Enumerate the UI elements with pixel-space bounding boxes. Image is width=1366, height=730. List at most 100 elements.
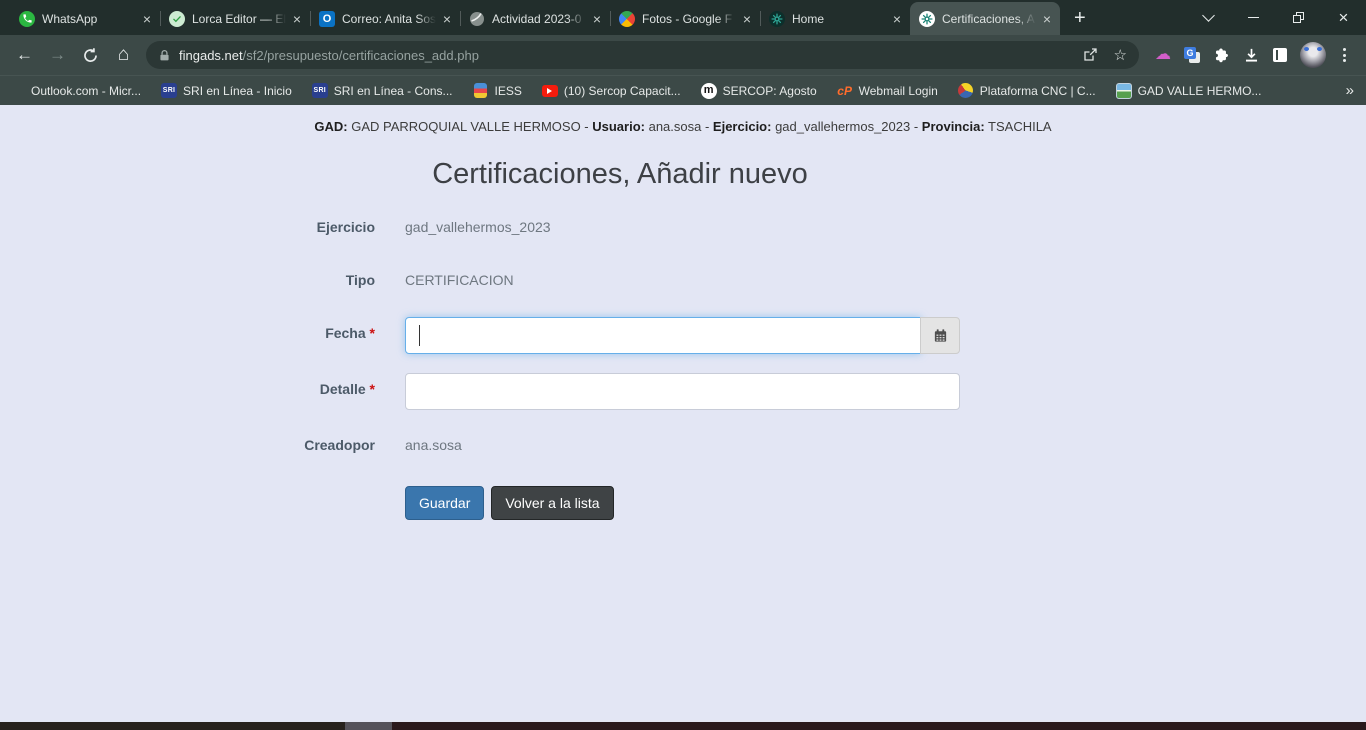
bookmark-label: GAD VALLE HERMO... bbox=[1138, 84, 1262, 98]
bookmark-outlook[interactable]: Outlook.com - Micr... bbox=[12, 84, 141, 98]
cloud-extension-icon[interactable]: ☁ bbox=[1155, 47, 1171, 63]
forward-button[interactable]: → bbox=[41, 39, 74, 71]
tab-title: Certificaciones, A bbox=[942, 12, 1036, 26]
tab-close-icon[interactable]: × bbox=[593, 12, 601, 26]
minimize-icon bbox=[1248, 17, 1259, 19]
google-photos-icon bbox=[619, 11, 635, 27]
reload-icon bbox=[82, 47, 99, 64]
session-info-header: GAD: GAD PARROQUIAL VALLE HERMOSO - Usua… bbox=[0, 105, 1366, 134]
bookmark-label: SRI en Línea - Cons... bbox=[334, 84, 453, 98]
tab-bar: WhatsApp × Lorca Editor — El × O Correo:… bbox=[0, 0, 1366, 35]
calendar-button[interactable] bbox=[920, 317, 960, 354]
guardar-button[interactable]: Guardar bbox=[405, 486, 484, 520]
url-domain: fingads.net bbox=[179, 48, 243, 63]
volver-button[interactable]: Volver a la lista bbox=[491, 486, 613, 520]
extensions-puzzle-icon[interactable] bbox=[1213, 47, 1230, 64]
form-buttons: Guardar Volver a la lista bbox=[405, 486, 960, 520]
fingads-gear-icon bbox=[769, 11, 785, 27]
address-bar[interactable]: fingads.net/sf2/presupuesto/certificacio… bbox=[146, 41, 1139, 69]
required-asterisk: * bbox=[370, 381, 375, 397]
globe-icon bbox=[469, 11, 485, 27]
profile-avatar[interactable] bbox=[1300, 42, 1326, 68]
tab-close-icon[interactable]: × bbox=[893, 12, 901, 26]
side-panel-icon[interactable] bbox=[1273, 48, 1287, 62]
tab-search-button[interactable] bbox=[1186, 0, 1231, 35]
tab-close-icon[interactable]: × bbox=[743, 12, 751, 26]
tab-fotos-google[interactable]: Fotos - Google F × bbox=[610, 2, 760, 35]
bookmark-sri-inicio[interactable]: SRI SRI en Línea - Inicio bbox=[161, 83, 292, 99]
fingads-gear-icon bbox=[919, 11, 935, 27]
tipo-label: Tipo bbox=[280, 264, 375, 298]
form-container: Certificaciones, Añadir nuevo Ejercicio … bbox=[280, 158, 960, 520]
text-caret bbox=[419, 325, 420, 346]
new-tab-button[interactable]: + bbox=[1074, 8, 1086, 28]
page-content: GAD: GAD PARROQUIAL VALLE HERMOSO - Usua… bbox=[0, 105, 1366, 722]
sri-icon: SRI bbox=[161, 83, 177, 98]
home-button[interactable]: ⌂ bbox=[107, 39, 140, 71]
detalle-input[interactable] bbox=[405, 373, 960, 410]
url-path: /sf2/presupuesto/certificaciones_add.php bbox=[243, 48, 479, 63]
form-row-ejercicio: Ejercicio gad_vallehermos_2023 bbox=[280, 211, 960, 245]
tipo-value: CERTIFICACION bbox=[405, 264, 960, 288]
youtube-icon bbox=[542, 85, 558, 97]
page-title: Certificaciones, Añadir nuevo bbox=[280, 158, 960, 191]
bookmarks-bar: Outlook.com - Micr... SRI SRI en Línea -… bbox=[0, 75, 1366, 105]
tab-correo-outlook[interactable]: O Correo: Anita Sos × bbox=[310, 2, 460, 35]
tab-title: Correo: Anita Sos bbox=[342, 12, 436, 26]
user-label: Usuario: bbox=[592, 119, 645, 134]
bookmark-sri-consultas[interactable]: SRI SRI en Línea - Cons... bbox=[312, 83, 453, 99]
close-window-button[interactable]: × bbox=[1321, 0, 1366, 35]
bookmark-iess[interactable]: IESS bbox=[473, 83, 522, 99]
bookmark-label: SERCOP: Agosto bbox=[723, 84, 817, 98]
minimize-button[interactable] bbox=[1231, 0, 1276, 35]
form-row-fecha: Fecha * bbox=[280, 317, 960, 354]
bookmarks-overflow-icon[interactable]: » bbox=[1346, 82, 1354, 99]
tab-close-icon[interactable]: × bbox=[443, 12, 451, 26]
iess-icon bbox=[474, 83, 487, 98]
browser-toolbar: ← → ⌂ fingads.net/sf2/presupuesto/certif… bbox=[0, 35, 1366, 75]
tab-close-icon[interactable]: × bbox=[293, 12, 301, 26]
reload-button[interactable] bbox=[74, 39, 107, 71]
tab-close-icon[interactable]: × bbox=[1043, 12, 1051, 26]
bookmark-sercop-agosto[interactable]: m SERCOP: Agosto bbox=[701, 83, 817, 99]
gad-landscape-icon bbox=[1116, 83, 1132, 99]
url-text: fingads.net/sf2/presupuesto/certificacio… bbox=[179, 48, 479, 63]
ejercicio-label: Ejercicio bbox=[280, 211, 375, 245]
tab-actividad[interactable]: Actividad 2023-0 × bbox=[460, 2, 610, 35]
lock-icon bbox=[158, 49, 171, 62]
bookmark-sercop-youtube[interactable]: (10) Sercop Capacit... bbox=[542, 83, 681, 99]
bookmark-plataforma-cnc[interactable]: Plataforma CNC | C... bbox=[958, 83, 1096, 99]
translate-extension-icon[interactable]: G bbox=[1184, 47, 1200, 63]
window-controls: × bbox=[1186, 0, 1366, 35]
back-button[interactable]: ← bbox=[8, 39, 41, 71]
tab-lorca-editor[interactable]: Lorca Editor — El × bbox=[160, 2, 310, 35]
form-row-creadopor: Creadopor ana.sosa bbox=[280, 429, 960, 463]
bookmark-gad-valle-hermoso[interactable]: GAD VALLE HERMO... bbox=[1116, 83, 1262, 99]
whatsapp-icon bbox=[19, 11, 35, 27]
tab-whatsapp[interactable]: WhatsApp × bbox=[10, 2, 160, 35]
cpanel-icon: cP bbox=[837, 84, 852, 98]
bookmark-label: IESS bbox=[495, 84, 522, 98]
required-asterisk: * bbox=[370, 325, 375, 341]
tab-title: Home bbox=[792, 12, 886, 26]
chevron-down-icon bbox=[1202, 9, 1215, 22]
user-value: ana.sosa bbox=[645, 119, 701, 134]
tab-certificaciones-active[interactable]: Certificaciones, A × bbox=[910, 2, 1060, 35]
gad-label: GAD: bbox=[314, 119, 347, 134]
province-value: TSACHILA bbox=[985, 119, 1052, 134]
bookmark-webmail[interactable]: cP Webmail Login bbox=[837, 83, 938, 99]
download-icon[interactable] bbox=[1243, 47, 1260, 64]
fecha-input[interactable] bbox=[405, 317, 921, 354]
tab-home[interactable]: Home × bbox=[760, 2, 910, 35]
restore-button[interactable] bbox=[1276, 0, 1321, 35]
creadopor-label: Creadopor bbox=[280, 429, 375, 463]
bookmark-star-icon[interactable]: ☆ bbox=[1114, 48, 1127, 63]
restore-icon bbox=[1293, 12, 1305, 24]
tab-title: WhatsApp bbox=[42, 12, 136, 26]
tab-close-icon[interactable]: × bbox=[143, 12, 151, 26]
extensions-area: ☁ G bbox=[1147, 42, 1358, 68]
gad-value: GAD PARROQUIAL VALLE HERMOSO bbox=[348, 119, 581, 134]
browser-menu-icon[interactable] bbox=[1339, 48, 1350, 62]
bookmark-label: SRI en Línea - Inicio bbox=[183, 84, 292, 98]
share-icon[interactable] bbox=[1082, 47, 1098, 63]
